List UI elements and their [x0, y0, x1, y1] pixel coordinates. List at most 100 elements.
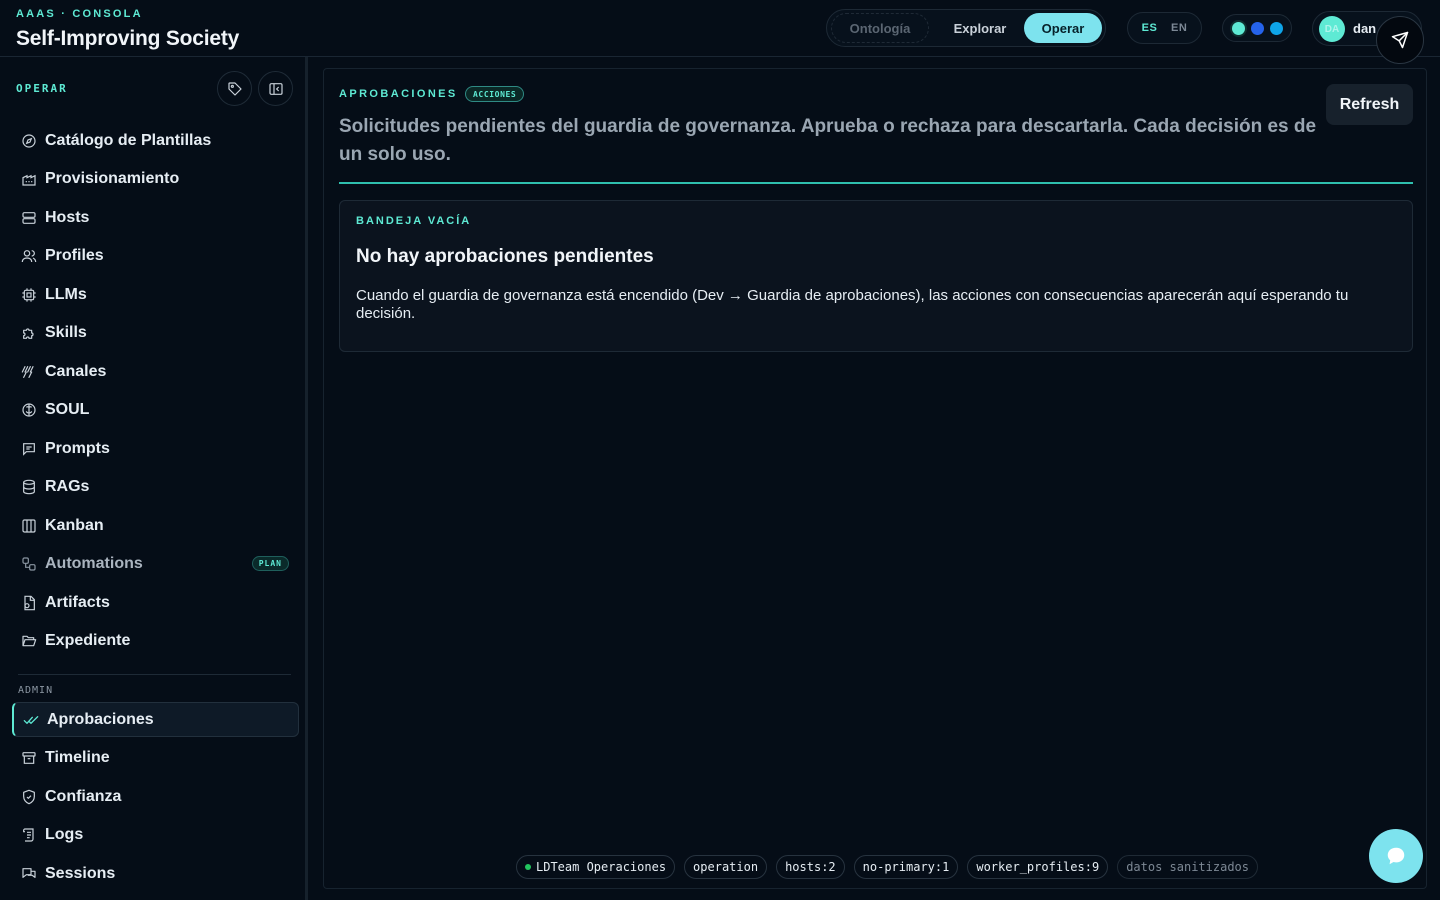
puzzle-icon — [20, 324, 37, 341]
admin-heading: ADMIN — [18, 685, 54, 696]
sidebar-item-label: RAGs — [45, 477, 90, 495]
language-en-button[interactable]: EN — [1171, 22, 1187, 34]
sidebar-item-timeline[interactable]: Timeline — [12, 740, 299, 775]
sidebar-item-label: Catálogo de Plantillas — [45, 131, 212, 149]
server-icon — [20, 209, 37, 226]
mode-explorar-button[interactable]: Explorar — [935, 13, 1025, 43]
sidebar-item-label: Profiles — [45, 246, 104, 264]
sidebar-item-label: Aprobaciones — [47, 710, 154, 728]
status-chip-sanitized: datos sanitizados — [1117, 855, 1259, 879]
scroll-icon — [20, 826, 37, 843]
sidebar-item-kanban[interactable]: Kanban — [12, 508, 299, 543]
sidebar-item-label: Logs — [45, 825, 84, 843]
sidebar-heading: OPERAR — [16, 82, 68, 95]
sidebar-item-label: Artifacts — [45, 593, 110, 611]
sidebar-item-label: Prompts — [45, 439, 110, 457]
section-description: Solicitudes pendientes del guardia de go… — [339, 116, 1317, 165]
sidebar-divider — [18, 674, 291, 675]
sidebar-item-label: Sessions — [45, 864, 116, 882]
check-check-icon — [22, 711, 39, 728]
avatar: DA — [1319, 16, 1345, 42]
status-chip-label: LDTeam Operaciones — [536, 860, 667, 874]
sidebar-item-profiles[interactable]: Profiles — [12, 238, 299, 273]
sidebar-item-artifacts[interactable]: Artifacts — [12, 585, 299, 620]
sidebar-item-aprobaciones[interactable]: Aprobaciones — [12, 702, 299, 737]
sidebar-item-label: Canales — [45, 362, 107, 380]
sidebar-item-skills[interactable]: Skills — [12, 315, 299, 350]
sidebar-item-llms[interactable]: LLMs — [12, 277, 299, 312]
sidebar: OPERAR Catálogo de Plantillas Provisiona… — [0, 57, 308, 900]
language-switch: ES EN — [1127, 12, 1202, 44]
user-name: dan — [1353, 21, 1377, 36]
sidebar-item-label: Automations — [45, 554, 143, 572]
accent-divider — [339, 182, 1413, 184]
status-chip-worker-profiles: worker_profiles:9 — [967, 855, 1109, 879]
chat-bubble-icon — [1387, 847, 1405, 865]
tag-icon — [227, 81, 242, 96]
sidebar-item-rags[interactable]: RAGs — [12, 469, 299, 504]
sidebar-item-label: Timeline — [45, 748, 110, 766]
sidebar-item-catalogo[interactable]: Catálogo de Plantillas — [12, 123, 299, 158]
mode-ontologia-button[interactable]: Ontología — [831, 13, 929, 43]
brand-title: Self-Improving Society — [16, 27, 240, 50]
sidebar-item-sessions[interactable]: Sessions — [12, 856, 299, 891]
antenna-icon — [20, 363, 37, 380]
empty-state-text: Cuando el guardia de governanza está enc… — [356, 287, 1349, 322]
sidebar-item-label: LLMs — [45, 285, 87, 303]
sidebar-item-label: Kanban — [45, 516, 104, 534]
status-chip-hosts: hosts:2 — [776, 855, 845, 879]
compass-icon — [20, 132, 37, 149]
tag-button[interactable] — [217, 71, 252, 106]
messages-icon — [20, 865, 37, 882]
mode-switch: Ontología Explorar Operar — [826, 9, 1106, 47]
chat-button[interactable] — [1369, 829, 1423, 883]
theme-switch — [1222, 14, 1292, 42]
sidebar-item-logs[interactable]: Logs — [12, 817, 299, 852]
approvals-panel: APROBACIONES ACCIONES Solicitudes pendie… — [323, 68, 1427, 889]
cpu-icon — [20, 286, 37, 303]
sidebar-item-confianza[interactable]: Confianza — [12, 779, 299, 814]
language-es-button[interactable]: ES — [1142, 22, 1158, 34]
folder-open-icon — [20, 632, 37, 649]
sidebar-item-automations[interactable]: Automations PLAN — [12, 546, 299, 581]
brand-kicker: AAAS · CONSOLA — [16, 8, 143, 20]
sidebar-item-hosts[interactable]: Hosts — [12, 200, 299, 235]
sidebar-item-label: Hosts — [45, 208, 90, 226]
top-header: AAAS · CONSOLA Self-Improving Society On… — [0, 0, 1440, 57]
section-kicker: APROBACIONES — [339, 88, 458, 100]
database-icon — [20, 478, 37, 495]
theme-dot-sky[interactable] — [1269, 21, 1283, 35]
collapse-sidebar-icon — [268, 82, 283, 95]
paper-plane-icon — [1391, 31, 1409, 49]
sidebar-item-label: Provisionamiento — [45, 169, 180, 187]
sidebar-item-provisionamiento[interactable]: Provisionamiento — [12, 161, 299, 196]
shield-check-icon — [20, 788, 37, 805]
status-bar: LDTeam Operaciones operation hosts:2 no-… — [516, 855, 1259, 879]
sidebar-item-label: Skills — [45, 323, 87, 341]
plan-badge: PLAN — [251, 556, 289, 571]
theme-dot-teal[interactable] — [1231, 21, 1245, 35]
sidebar-item-prompts[interactable]: Prompts — [12, 431, 299, 466]
collapse-sidebar-button[interactable] — [258, 71, 293, 106]
message-square-icon — [20, 440, 37, 457]
file-icon — [20, 594, 37, 611]
status-dot — [525, 864, 531, 870]
workflow-icon — [20, 555, 37, 572]
section-badge: ACCIONES — [465, 86, 525, 102]
sidebar-item-label: Confianza — [45, 787, 122, 805]
kanban-icon — [20, 517, 37, 534]
mode-operar-button[interactable]: Operar — [1024, 13, 1102, 43]
sidebar-item-soul[interactable]: SOUL — [12, 392, 299, 427]
refresh-button[interactable]: Refresh — [1326, 84, 1413, 125]
empty-state-card: BANDEJA VACÍA No hay aprobaciones pendie… — [339, 200, 1413, 352]
users-icon — [20, 247, 37, 264]
archive-icon — [20, 749, 37, 766]
status-chip-team: LDTeam Operaciones — [516, 855, 676, 879]
theme-dot-blue[interactable] — [1250, 21, 1264, 35]
sidebar-item-expediente[interactable]: Expediente — [12, 623, 299, 658]
send-feedback-button[interactable] — [1376, 16, 1424, 64]
sidebar-item-canales[interactable]: Canales — [12, 354, 299, 389]
empty-state-kicker: BANDEJA VACÍA — [356, 215, 472, 227]
empty-state-title: No hay aprobaciones pendientes — [356, 246, 654, 267]
factory-icon — [20, 170, 37, 187]
